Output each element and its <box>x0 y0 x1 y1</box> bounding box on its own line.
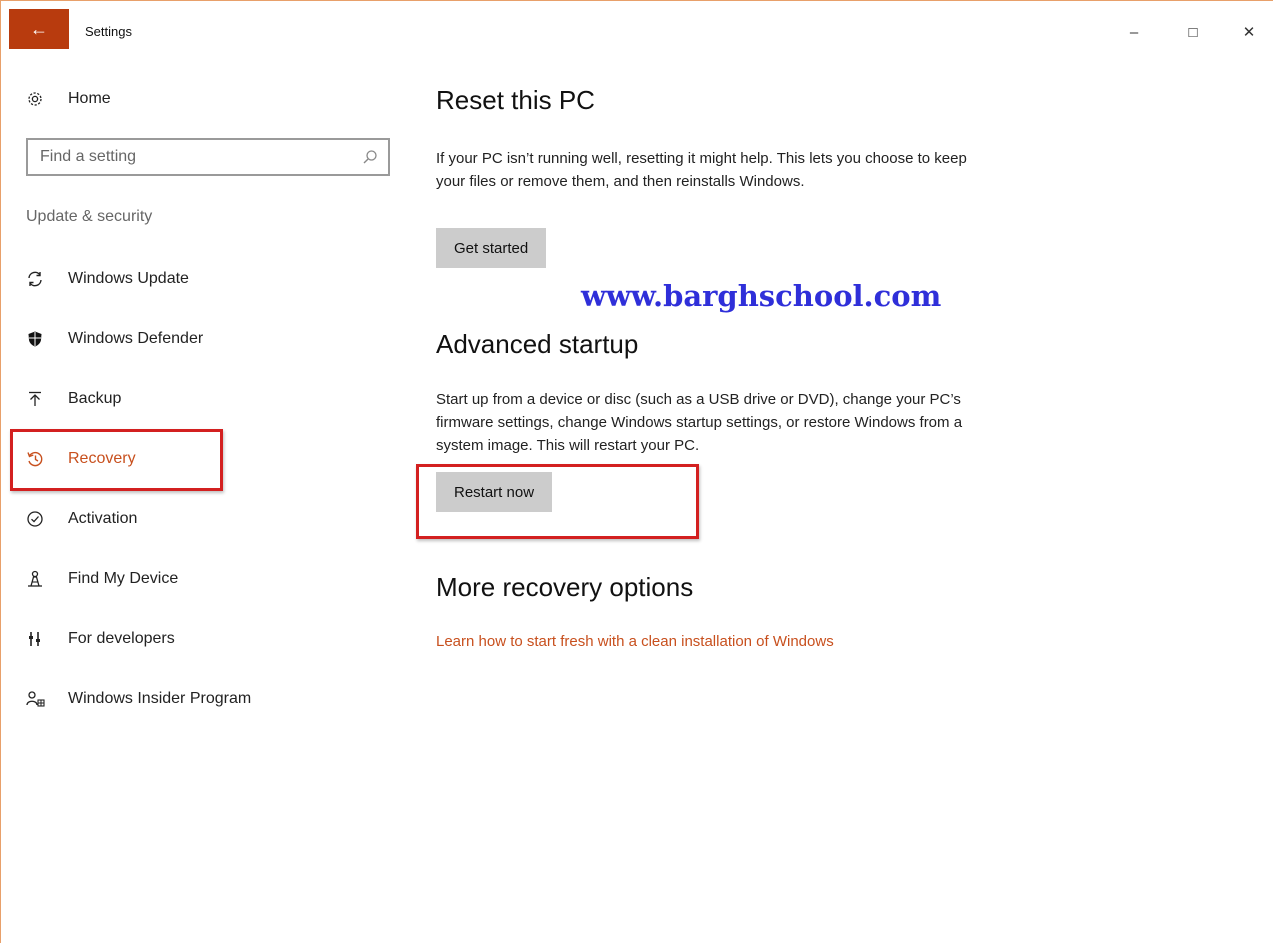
shield-icon <box>26 330 52 348</box>
sidebar-item-label: Windows Defender <box>68 330 204 347</box>
sidebar-item-label: Activation <box>68 510 138 527</box>
back-button[interactable]: ← <box>9 9 69 49</box>
minimize-button[interactable]: – <box>1112 17 1156 47</box>
sidebar-item-label: Backup <box>68 390 122 407</box>
settings-window: ← Settings – □ ✕ Home Update & security … <box>0 0 1273 943</box>
reset-description: If your PC isn’t running well, resetting… <box>436 150 967 190</box>
sidebar-item-activation[interactable]: Activation <box>26 499 137 539</box>
maximize-icon: □ <box>1188 23 1198 41</box>
section-label: Update & security <box>26 208 153 225</box>
close-button[interactable]: ✕ <box>1227 17 1271 47</box>
title-bar: ← Settings – □ ✕ <box>1 1 1273 67</box>
sidebar-item-recovery[interactable]: Recovery <box>26 439 136 479</box>
search-input[interactable] <box>28 140 372 174</box>
sidebar-item-label: Windows Update <box>68 270 189 287</box>
activation-icon <box>26 510 52 528</box>
sidebar-item-windows-update[interactable]: Windows Update <box>26 259 189 299</box>
developers-icon <box>26 630 52 648</box>
sidebar-item-windows-defender[interactable]: Windows Defender <box>26 319 203 359</box>
sidebar-item-label: Windows Insider Program <box>68 690 252 707</box>
minimize-icon: – <box>1129 23 1139 41</box>
main-content: Reset this PC If your PC isn’t running w… <box>436 67 1256 944</box>
sync-icon <box>26 270 52 288</box>
advanced-section-title: Advanced startup <box>436 329 639 359</box>
sidebar-item-windows-insider-program[interactable]: Windows Insider Program <box>26 679 251 719</box>
search-box[interactable] <box>26 138 390 176</box>
more-options-title: More recovery options <box>436 572 694 602</box>
sidebar-item-label: Recovery <box>68 450 136 467</box>
find-device-icon <box>26 570 52 588</box>
sidebar-item-backup[interactable]: Backup <box>26 379 121 419</box>
back-arrow-icon: ← <box>30 18 48 39</box>
recovery-icon <box>26 450 52 468</box>
clean-install-link[interactable]: Learn how to start fresh with a clean in… <box>436 633 834 650</box>
watermark: www.barghschool.com <box>581 279 942 313</box>
insider-icon <box>26 690 52 708</box>
sidebar-item-label: For developers <box>68 630 175 647</box>
sidebar-item-for-developers[interactable]: For developers <box>26 619 175 659</box>
backup-icon <box>26 390 52 408</box>
reset-section-title: Reset this PC <box>436 85 595 115</box>
sidebar-item-home[interactable]: Home <box>26 79 111 119</box>
sidebar-item-label: Home <box>68 90 111 107</box>
sidebar-item-find-my-device[interactable]: Find My Device <box>26 559 178 599</box>
advanced-description: Start up from a device or disc (such as … <box>436 391 963 454</box>
sidebar: Home Update & security Windows Update Wi… <box>1 67 401 944</box>
gear-icon <box>26 90 52 108</box>
app-title: Settings <box>85 24 132 39</box>
search-icon <box>363 150 377 164</box>
maximize-button[interactable]: □ <box>1171 17 1215 47</box>
get-started-button[interactable]: Get started <box>436 228 547 268</box>
close-icon: ✕ <box>1242 24 1256 41</box>
restart-now-button[interactable]: Restart now <box>436 472 553 512</box>
sidebar-item-label: Find My Device <box>68 570 179 587</box>
